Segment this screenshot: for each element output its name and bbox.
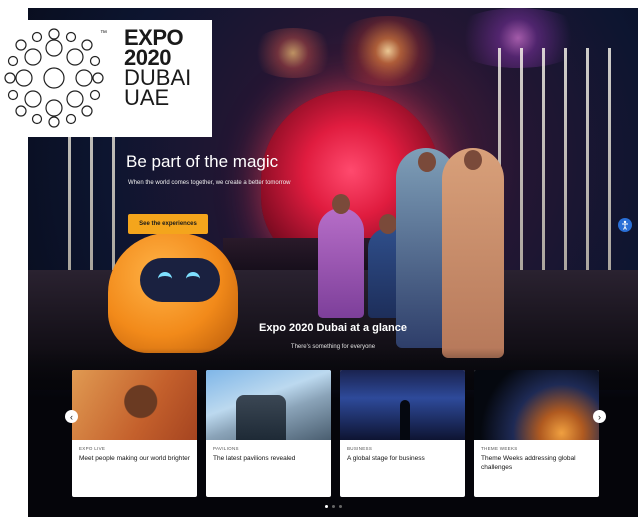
firework — [448, 8, 588, 68]
firework — [248, 28, 338, 78]
pillar — [542, 48, 545, 278]
carousel-pagination — [28, 505, 638, 508]
glance-title: Expo 2020 Dubai at a glance — [259, 322, 407, 334]
card-image — [474, 370, 599, 440]
pillar — [520, 48, 523, 278]
robot-face — [140, 258, 220, 302]
trademark: ™ — [100, 30, 107, 37]
expo-ring-logo-icon — [4, 28, 104, 128]
card-title: Theme Weeks addressing global challenges — [481, 455, 576, 471]
pillar — [564, 48, 567, 278]
accessibility-icon[interactable] — [618, 218, 632, 232]
accessibility-icon-glyph — [622, 220, 628, 230]
hero-subtitle: When the world comes together, we create… — [128, 180, 291, 186]
card-title: A global stage for business — [347, 455, 425, 462]
see-experiences-button[interactable]: See the experiences — [128, 214, 208, 234]
firework — [328, 16, 448, 86]
expo-logo[interactable]: ™ EXPO 2020 DUBAI UAE — [0, 20, 212, 137]
glance-subtitle: There's something for everyone — [290, 344, 376, 350]
hero-title: Be part of the magic — [126, 152, 279, 171]
card-theme-weeks[interactable]: THEME WEEKS Theme Weeks addressing globa… — [474, 370, 599, 497]
card-pavilions[interactable]: PAVILIONS The latest pavilions revealed — [206, 370, 331, 497]
card-business[interactable]: BUSINESS A global stage for business — [340, 370, 465, 497]
card-image — [206, 370, 331, 440]
card-tag: THEME WEEKS — [481, 446, 518, 451]
chevron-right-icon[interactable]: › — [593, 410, 606, 423]
pavilion-building — [236, 395, 286, 440]
pillar — [608, 48, 611, 278]
carousel-dot[interactable] — [331, 505, 335, 508]
person-head — [379, 214, 397, 234]
logo-line-uae: UAE — [124, 85, 170, 110]
card-title: The latest pavilions revealed — [213, 455, 296, 462]
carousel-dot[interactable] — [338, 505, 342, 508]
person-head — [464, 150, 482, 170]
silhouette-figure — [400, 400, 410, 440]
person — [318, 208, 364, 318]
card-image — [72, 370, 197, 440]
logo-wordmark: EXPO 2020 DUBAI UAE — [124, 27, 191, 110]
carousel-dot[interactable] — [324, 505, 328, 508]
robot-eye — [158, 272, 172, 286]
chevron-left-icon[interactable]: ‹ — [65, 410, 78, 423]
robot-eye — [186, 272, 200, 286]
card-title: Meet people making our world brighter — [79, 455, 190, 462]
card-tag: PAVILIONS — [213, 446, 239, 451]
pillar — [586, 48, 589, 278]
person-head — [418, 152, 436, 172]
card-image — [340, 370, 465, 440]
card-expo-live[interactable]: EXPO LIVE Meet people making our world b… — [72, 370, 197, 497]
card-tag: BUSINESS — [347, 446, 373, 451]
card-tag: EXPO LIVE — [79, 446, 106, 451]
person-head — [332, 194, 350, 214]
